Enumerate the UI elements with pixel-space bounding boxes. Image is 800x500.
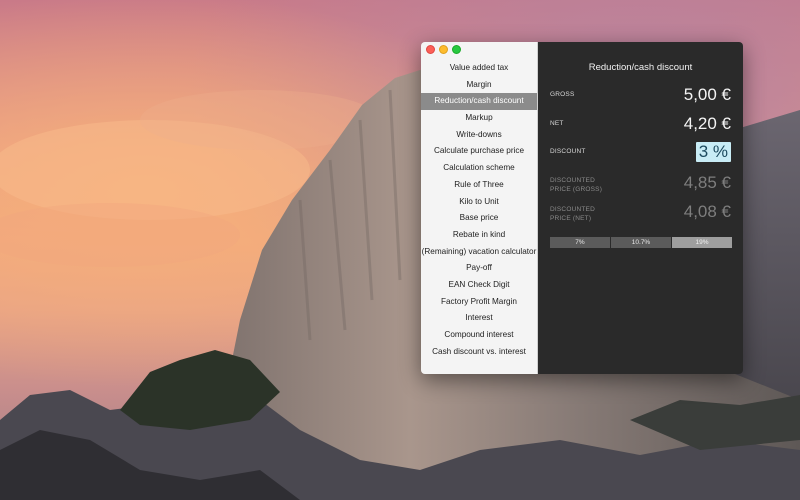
net-label: NET xyxy=(550,120,564,127)
sidebar-item-factory-profit-margin[interactable]: Factory Profit Margin xyxy=(421,294,537,311)
sidebar-item-ean-check-digit[interactable]: EAN Check Digit xyxy=(421,277,537,294)
window-controls xyxy=(426,45,461,54)
app-window: Value added tax Margin Reduction/cash di… xyxy=(421,42,743,374)
discounted-net-value: 4,08 € xyxy=(683,202,731,221)
discount-label: DISCOUNT xyxy=(550,148,586,155)
sidebar-item-interest[interactable]: Interest xyxy=(421,310,537,327)
sidebar-item-compound-interest[interactable]: Compound interest xyxy=(421,327,537,344)
discount-row: DISCOUNT 3 % xyxy=(550,142,731,166)
panel-title: Reduction/cash discount xyxy=(588,62,693,73)
sidebar-item-calculation-scheme[interactable]: Calculation scheme xyxy=(421,160,537,177)
discounted-gross-value: 4,85 € xyxy=(683,173,731,192)
gross-value-field[interactable]: 5,00 € xyxy=(684,85,731,105)
net-row: NET 4,20 € xyxy=(550,114,731,138)
preset-7-button[interactable]: 7% xyxy=(550,237,610,248)
sidebar-item-calculate-purchase-price[interactable]: Calculate purchase price xyxy=(421,143,537,160)
discount-input[interactable]: 3 % xyxy=(695,142,731,162)
calculator-list: Value added tax Margin Reduction/cash di… xyxy=(421,60,537,360)
discounted-net-label: DISCOUNTED PRICE (NET) xyxy=(550,206,595,222)
discounted-gross-row: DISCOUNTED PRICE (GROSS) 4,85 € xyxy=(550,173,731,199)
discounted-gross-label: DISCOUNTED PRICE (GROSS) xyxy=(550,177,603,193)
sidebar-item-value-added-tax[interactable]: Value added tax xyxy=(421,60,537,77)
sidebar-item-reduction-cash-discount[interactable]: Reduction/cash discount xyxy=(421,93,537,111)
sidebar-item-write-downs[interactable]: Write-downs xyxy=(421,127,537,144)
sidebar-item-margin[interactable]: Margin xyxy=(421,77,537,94)
sidebar-item-rule-of-three[interactable]: Rule of Three xyxy=(421,177,537,194)
sidebar-item-kilo-to-unit[interactable]: Kilo to Unit xyxy=(421,194,537,211)
calculator-panel: Reduction/cash discount GROSS 5,00 € NET… xyxy=(538,42,743,374)
sidebar-item-rebate-in-kind[interactable]: Rebate in kind xyxy=(421,227,537,244)
gross-label: GROSS xyxy=(550,91,575,98)
gross-row: GROSS 5,00 € xyxy=(550,85,731,109)
preset-10-7-button[interactable]: 10.7% xyxy=(611,237,671,248)
percent-preset-bar: 7% 10.7% 19% xyxy=(550,237,732,248)
close-window-button[interactable] xyxy=(426,45,435,54)
sidebar: Value added tax Margin Reduction/cash di… xyxy=(421,42,538,374)
sidebar-item-cash-discount-vs-interest[interactable]: Cash discount vs. interest xyxy=(421,344,537,361)
sidebar-item-pay-off[interactable]: Pay-off xyxy=(421,260,537,277)
discounted-net-row: DISCOUNTED PRICE (NET) 4,08 € xyxy=(550,202,731,228)
sidebar-item-base-price[interactable]: Base price xyxy=(421,210,537,227)
sidebar-item-markup[interactable]: Markup xyxy=(421,110,537,127)
preset-19-button[interactable]: 19% xyxy=(672,237,732,248)
sidebar-item-vacation-calculator[interactable]: (Remaining) vacation calculator xyxy=(421,244,537,261)
maximize-window-button[interactable] xyxy=(452,45,461,54)
net-value-field[interactable]: 4,20 € xyxy=(684,114,731,134)
minimize-window-button[interactable] xyxy=(439,45,448,54)
